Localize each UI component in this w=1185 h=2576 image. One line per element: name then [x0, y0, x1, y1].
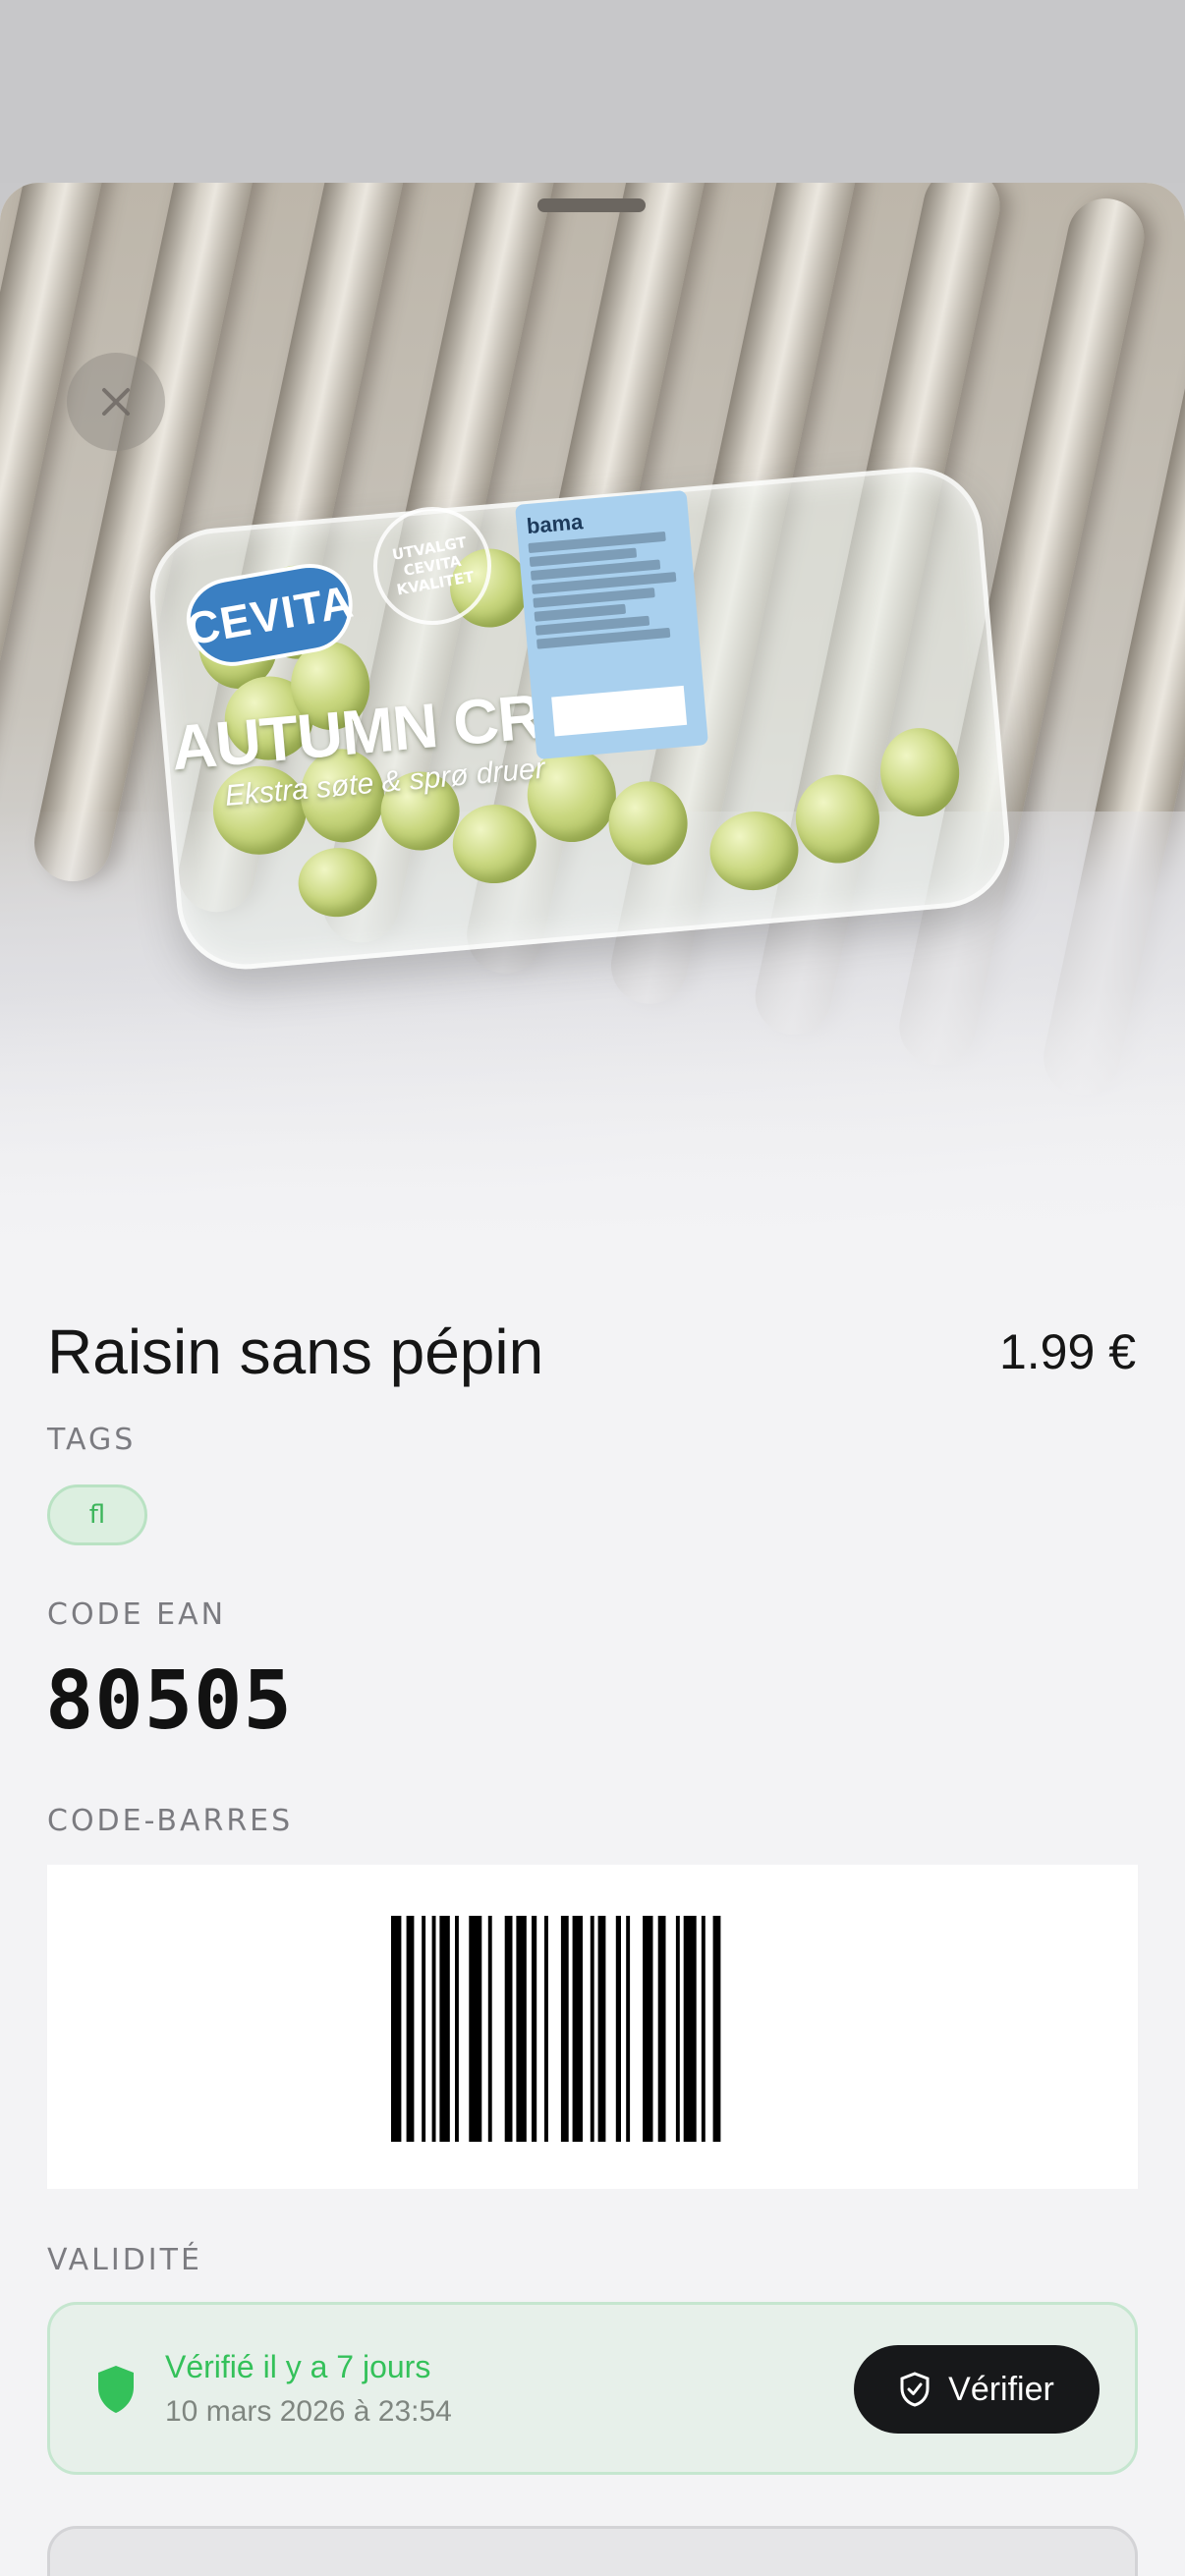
- title-row: Raisin sans pépin 1.99 €: [47, 1298, 1136, 1406]
- pack-barcode: [551, 685, 688, 737]
- validity-card: Vérifié il y a 7 jours 10 mars 2026 à 23…: [47, 2302, 1138, 2475]
- product-title: Raisin sans pépin: [47, 1316, 544, 1387]
- next-card: [47, 2526, 1138, 2576]
- shield-icon: [98, 2366, 134, 2413]
- ean-label: CODE EAN: [47, 1597, 227, 1632]
- tags-label: TAGS: [47, 1423, 137, 1457]
- validity-date: 10 mars 2026 à 23:54: [165, 2395, 452, 2428]
- ean-value: 80505: [45, 1654, 293, 1748]
- barcode-card: [47, 1865, 1138, 2189]
- barcode-image: [391, 1916, 721, 2142]
- close-icon[interactable]: [67, 353, 165, 451]
- product-detail-sheet: CEVITA UTVALGT CEVITA KVALITET AUTUMN CR…: [0, 183, 1185, 2576]
- sheet-grabber[interactable]: [537, 198, 646, 212]
- dimmed-background[interactable]: [0, 0, 1185, 183]
- tag-chip[interactable]: fl: [47, 1484, 147, 1545]
- shield-check-icon: [900, 2372, 930, 2407]
- product-price: 1.99 €: [998, 1324, 1136, 1379]
- verify-button-label: Vérifier: [948, 2370, 1054, 2408]
- validity-label: VALIDITÉ: [47, 2243, 202, 2277]
- verify-button[interactable]: Vérifier: [854, 2345, 1100, 2434]
- product-photo: CEVITA UTVALGT CEVITA KVALITET AUTUMN CR…: [0, 183, 1185, 1244]
- validity-status: Vérifié il y a 7 jours: [165, 2349, 431, 2384]
- barcode-label: CODE-BARRES: [47, 1804, 294, 1838]
- pack-info-label: bama: [515, 489, 708, 760]
